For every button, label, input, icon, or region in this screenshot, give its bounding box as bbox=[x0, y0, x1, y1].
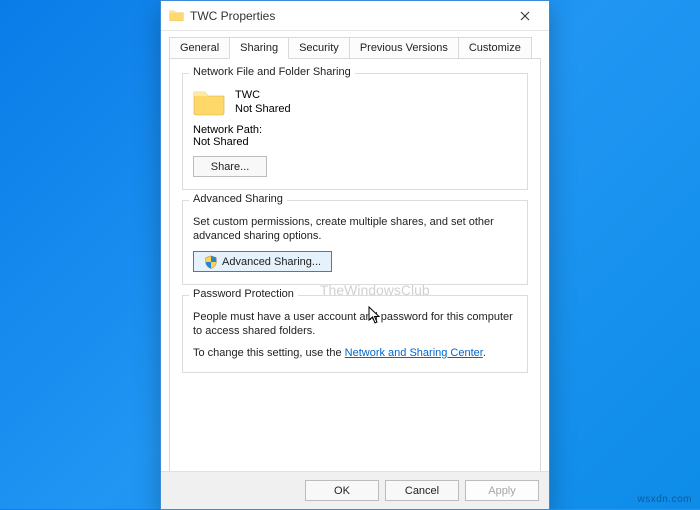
share-status: Not Shared bbox=[235, 102, 291, 116]
group-network-sharing: Network File and Folder Sharing TWC Not … bbox=[182, 73, 528, 190]
tab-strip: General Sharing Security Previous Versio… bbox=[169, 37, 541, 58]
source-branding: wsxdn.com bbox=[637, 494, 692, 505]
window-title: TWC Properties bbox=[190, 9, 503, 23]
folder-icon bbox=[169, 9, 184, 22]
advanced-sharing-button-label: Advanced Sharing... bbox=[222, 256, 321, 268]
tab-general[interactable]: General bbox=[169, 37, 230, 58]
ok-button[interactable]: OK bbox=[305, 480, 379, 501]
tab-sharing[interactable]: Sharing bbox=[229, 37, 289, 59]
tab-security[interactable]: Security bbox=[288, 37, 350, 58]
group-password-legend: Password Protection bbox=[189, 288, 298, 300]
tab-customize[interactable]: Customize bbox=[458, 37, 532, 58]
group-advanced-sharing: Advanced Sharing Set custom permissions,… bbox=[182, 200, 528, 285]
titlebar[interactable]: TWC Properties bbox=[161, 1, 549, 31]
password-line1: People must have a user account and pass… bbox=[193, 310, 517, 338]
group-password-protection: Password Protection People must have a u… bbox=[182, 295, 528, 373]
uac-shield-icon bbox=[204, 255, 218, 269]
close-button[interactable] bbox=[503, 2, 547, 30]
advanced-sharing-button[interactable]: Advanced Sharing... bbox=[193, 251, 332, 272]
advanced-description: Set custom permissions, create multiple … bbox=[193, 215, 517, 243]
share-button[interactable]: Share... bbox=[193, 156, 267, 177]
apply-button[interactable]: Apply bbox=[465, 480, 539, 501]
password-line2-suffix: . bbox=[483, 347, 486, 359]
properties-window: TWC Properties General Sharing Security … bbox=[160, 0, 550, 510]
folder-large-icon bbox=[193, 88, 225, 116]
password-line2: To change this setting, use the Network … bbox=[193, 346, 517, 360]
network-sharing-center-link[interactable]: Network and Sharing Center bbox=[345, 347, 483, 359]
tab-panel-sharing: Network File and Folder Sharing TWC Not … bbox=[169, 58, 541, 486]
folder-name: TWC bbox=[235, 88, 291, 102]
group-advanced-legend: Advanced Sharing bbox=[189, 193, 287, 205]
password-line2-prefix: To change this setting, use the bbox=[193, 347, 345, 359]
network-path-value: Not Shared bbox=[193, 136, 517, 148]
dialog-footer: OK Cancel Apply bbox=[161, 471, 549, 509]
group-network-legend: Network File and Folder Sharing bbox=[189, 66, 355, 78]
cancel-button[interactable]: Cancel bbox=[385, 480, 459, 501]
network-path-label: Network Path: bbox=[193, 124, 517, 136]
tab-previous-versions[interactable]: Previous Versions bbox=[349, 37, 459, 58]
